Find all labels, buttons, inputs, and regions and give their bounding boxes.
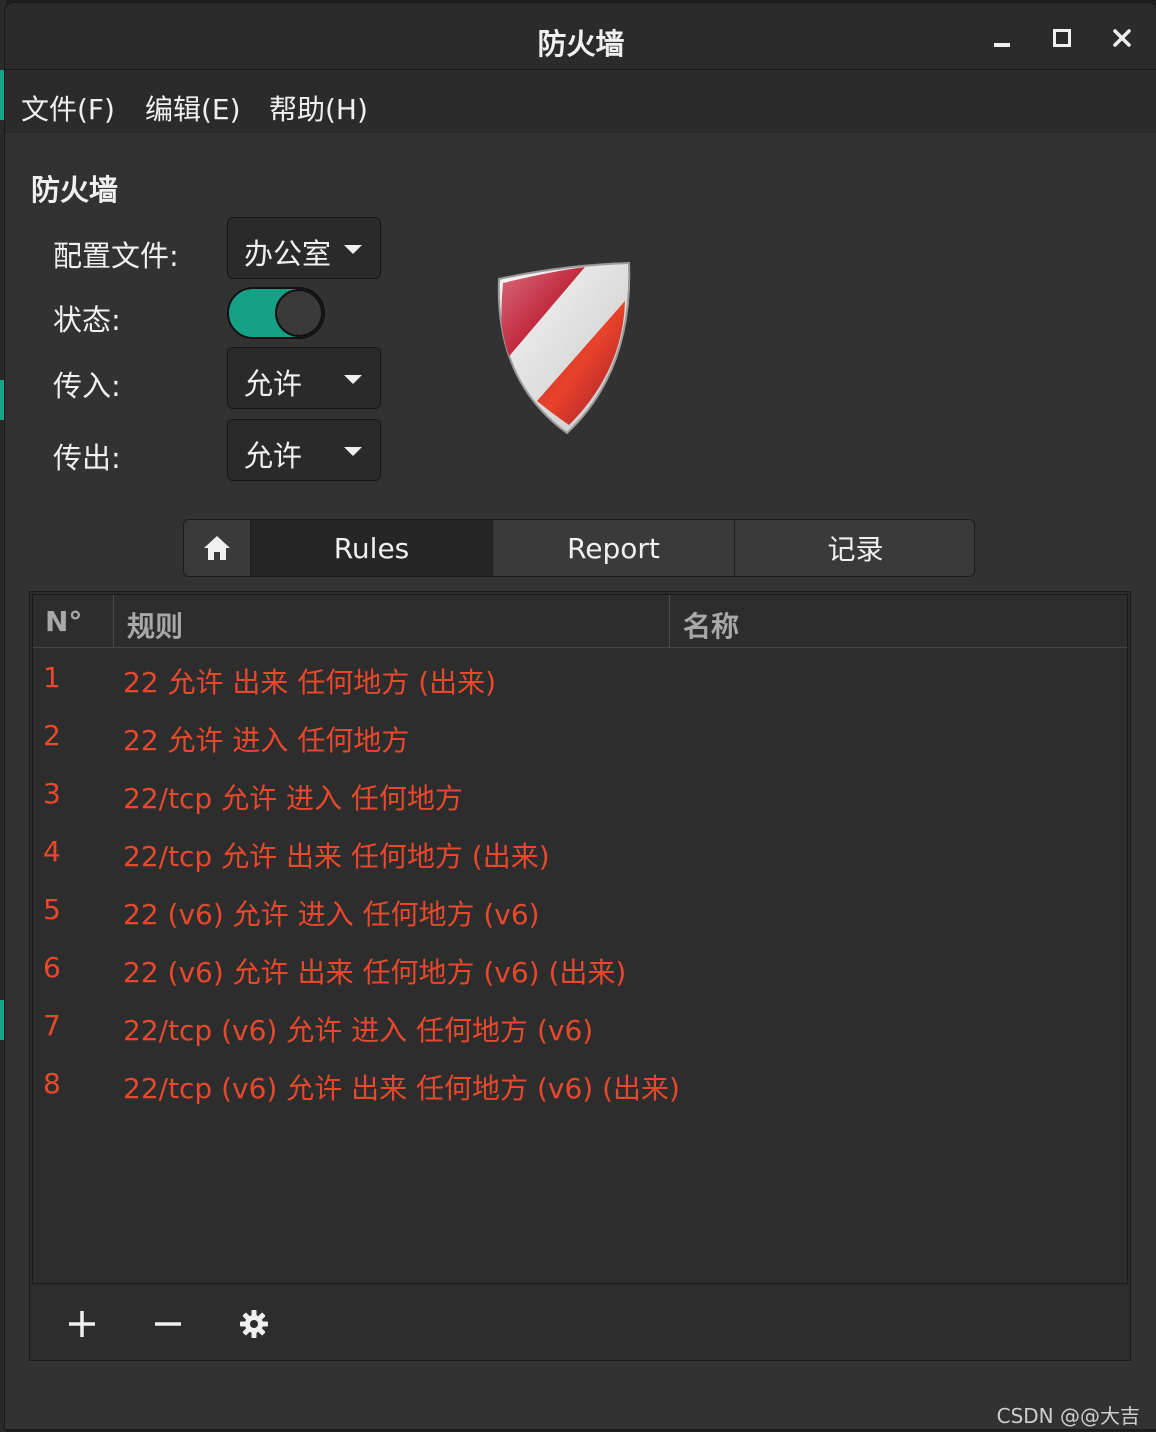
table-row[interactable]: 1 22 允许 出来 任何地方 (出来) xyxy=(33,649,1127,707)
tab-rules[interactable]: Rules xyxy=(250,520,492,576)
profile-value: 办公室 xyxy=(244,237,332,271)
firewall-shield-icon xyxy=(497,261,631,435)
tab-bar: Rules Report 记录 xyxy=(183,519,975,577)
menu-file[interactable]: 文件(F) xyxy=(21,88,115,128)
minus-icon xyxy=(155,1322,181,1326)
rule-number: 1 xyxy=(43,661,61,694)
minimize-button[interactable] xyxy=(987,23,1017,53)
column-divider[interactable] xyxy=(669,595,670,647)
table-row[interactable]: 7 22/tcp (v6) 允许 进入 任何地方 (v6) xyxy=(33,997,1127,1055)
window-title: 防火墙 xyxy=(537,27,625,61)
dropdown-arrow-icon xyxy=(344,245,362,254)
maximize-button[interactable] xyxy=(1047,23,1077,53)
rule-number: 8 xyxy=(43,1067,61,1100)
edit-rule-button[interactable] xyxy=(228,1298,280,1350)
outgoing-value: 允许 xyxy=(244,439,303,473)
status-label: 状态: xyxy=(53,303,121,337)
incoming-label: 传入: xyxy=(53,369,121,403)
menu-edit[interactable]: 编辑(E) xyxy=(145,88,241,128)
remove-rule-button[interactable] xyxy=(142,1298,194,1350)
watermark-text: CSDN @@大吉 xyxy=(996,1404,1140,1428)
dropdown-arrow-icon xyxy=(344,447,362,456)
table-row[interactable]: 8 22/tcp (v6) 允许 出来 任何地方 (v6) (出来) xyxy=(33,1055,1127,1113)
column-divider[interactable] xyxy=(113,595,114,647)
rule-text: 22/tcp (v6) 允许 出来 任何地方 (v6) (出来) xyxy=(123,1072,680,1105)
rule-text: 22/tcp 允许 出来 任何地方 (出来) xyxy=(123,840,550,873)
column-header-number[interactable]: N° xyxy=(45,605,82,638)
title-bar[interactable]: 防火墙 xyxy=(5,3,1156,70)
rule-text: 22 (v6) 允许 进入 任何地方 (v6) xyxy=(123,898,540,931)
table-header: N° 规则 名称 xyxy=(33,595,1127,648)
rule-number: 5 xyxy=(43,893,61,926)
close-icon xyxy=(1113,29,1131,47)
profile-dropdown[interactable]: 办公室 xyxy=(227,217,381,279)
plus-icon xyxy=(69,1311,95,1337)
rule-text: 22 允许 进入 任何地方 xyxy=(123,724,410,757)
firewall-window: 防火墙 文件(F) 编辑(E) 帮助(H) 防火墙 配置文件: 办公室 状态: … xyxy=(4,2,1156,1430)
dropdown-arrow-icon xyxy=(344,375,362,384)
add-rule-button[interactable] xyxy=(56,1298,108,1350)
rules-table: N° 规则 名称 1 22 允许 出来 任何地方 (出来) 2 22 允许 进入… xyxy=(32,594,1128,1284)
rule-text: 22 允许 出来 任何地方 (出来) xyxy=(123,666,497,699)
column-header-name[interactable]: 名称 xyxy=(683,605,739,645)
home-icon xyxy=(204,536,230,560)
tab-home[interactable] xyxy=(184,520,250,576)
rule-number: 3 xyxy=(43,777,61,810)
rule-number: 4 xyxy=(43,835,61,868)
status-toggle[interactable] xyxy=(227,287,325,339)
rules-toolbar xyxy=(32,1286,1128,1358)
tab-report[interactable]: Report xyxy=(492,520,734,576)
rule-number: 7 xyxy=(43,1009,61,1042)
table-row[interactable]: 5 22 (v6) 允许 进入 任何地方 (v6) xyxy=(33,881,1127,939)
rule-text: 22/tcp 允许 进入 任何地方 xyxy=(123,782,463,815)
table-row[interactable]: 3 22/tcp 允许 进入 任何地方 xyxy=(33,765,1127,823)
menu-bar: 文件(F) 编辑(E) 帮助(H) xyxy=(5,70,1156,133)
incoming-value: 允许 xyxy=(244,367,303,401)
minimize-icon xyxy=(994,43,1010,47)
outgoing-label: 传出: xyxy=(53,441,121,475)
profile-label: 配置文件: xyxy=(53,239,179,273)
outgoing-dropdown[interactable]: 允许 xyxy=(227,419,381,481)
table-row[interactable]: 2 22 允许 进入 任何地方 xyxy=(33,707,1127,765)
close-button[interactable] xyxy=(1107,23,1137,53)
table-row[interactable]: 4 22/tcp 允许 出来 任何地方 (出来) xyxy=(33,823,1127,881)
maximize-icon xyxy=(1053,29,1071,47)
rule-number: 2 xyxy=(43,719,61,752)
menu-help[interactable]: 帮助(H) xyxy=(269,88,368,128)
toggle-knob xyxy=(275,289,323,337)
gear-icon xyxy=(240,1310,268,1338)
rules-panel: N° 规则 名称 1 22 允许 出来 任何地方 (出来) 2 22 允许 进入… xyxy=(29,591,1131,1361)
rule-number: 6 xyxy=(43,951,61,984)
section-title: 防火墙 xyxy=(31,173,119,207)
rule-text: 22 (v6) 允许 出来 任何地方 (v6) (出来) xyxy=(123,956,627,989)
table-row[interactable]: 6 22 (v6) 允许 出来 任何地方 (v6) (出来) xyxy=(33,939,1127,997)
column-header-rule[interactable]: 规则 xyxy=(127,605,183,645)
rule-text: 22/tcp (v6) 允许 进入 任何地方 (v6) xyxy=(123,1014,594,1047)
incoming-dropdown[interactable]: 允许 xyxy=(227,347,381,409)
tab-log[interactable]: 记录 xyxy=(734,520,974,576)
